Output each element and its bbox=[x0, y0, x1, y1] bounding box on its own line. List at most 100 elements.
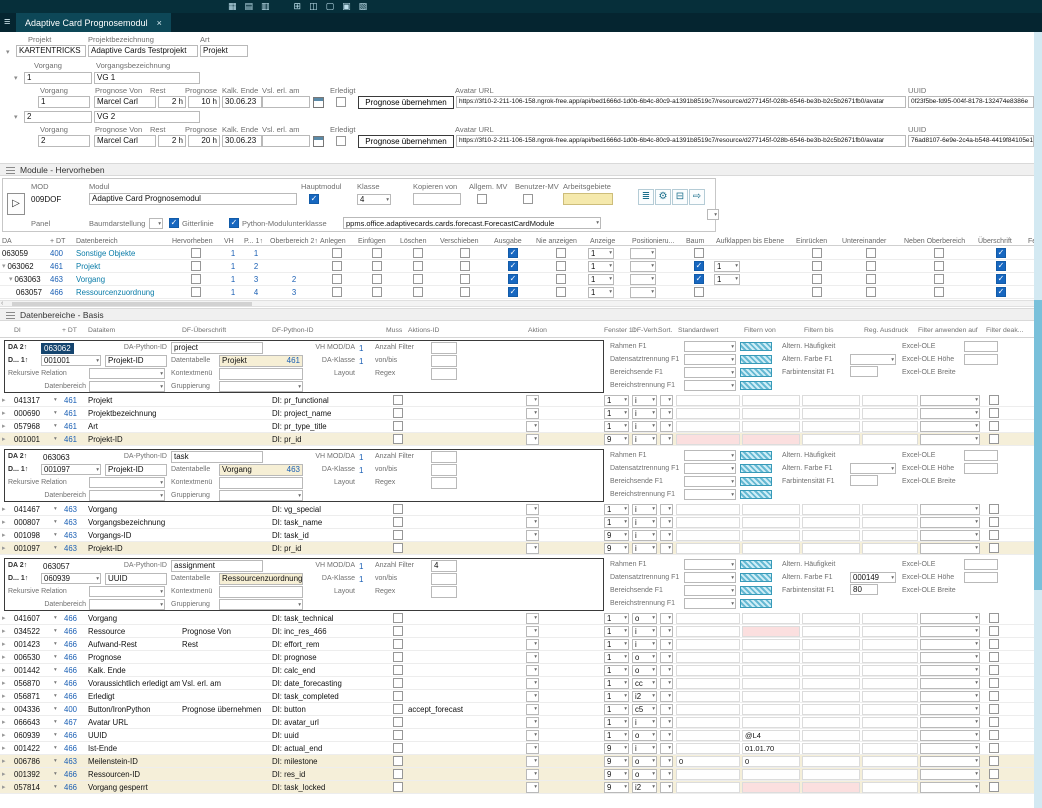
chevron-down-icon[interactable]: ▾ bbox=[14, 113, 18, 121]
df-verh-dropdown[interactable]: c5▾ bbox=[632, 704, 657, 715]
format-color-swatch[interactable] bbox=[740, 477, 772, 486]
aktions-id-value[interactable] bbox=[406, 755, 526, 768]
fenster-dropdown[interactable]: 1▾ bbox=[604, 665, 629, 676]
standardwert-cell[interactable] bbox=[676, 530, 740, 541]
df-verh-dropdown[interactable]: cc▾ bbox=[632, 678, 657, 689]
df-python-id-value[interactable]: DI: button bbox=[270, 703, 390, 716]
chevron-down-icon[interactable]: ▾ bbox=[52, 768, 62, 781]
dt-value[interactable]: 400 bbox=[62, 703, 86, 716]
ueberschrift-checkbox[interactable]: ✓ bbox=[996, 287, 1006, 297]
format-color-swatch[interactable] bbox=[740, 573, 772, 582]
sort-dropdown[interactable]: ▾ bbox=[660, 756, 673, 767]
tab-close-icon[interactable]: × bbox=[157, 18, 162, 28]
datenbereich-name[interactable]: Projekt bbox=[74, 260, 170, 273]
row-expander-icon[interactable]: ▸ bbox=[0, 638, 12, 651]
df-python-id-value[interactable]: DI: task_locked bbox=[270, 781, 390, 794]
chevron-down-icon[interactable]: ▾ bbox=[52, 781, 62, 794]
aktions-id-value[interactable] bbox=[406, 407, 526, 420]
aktion-dropdown[interactable]: ▾ bbox=[526, 395, 539, 406]
ausgabe-checkbox[interactable]: ✓ bbox=[508, 261, 518, 271]
row-expander-icon[interactable]: ▸ bbox=[0, 755, 12, 768]
chevron-down-icon[interactable]: ▾ bbox=[52, 503, 62, 516]
df-python-id-value[interactable]: DI: project_name bbox=[270, 407, 390, 420]
aufklappen-dropdown[interactable]: 1▾ bbox=[714, 261, 740, 272]
reg-ausdruck-cell[interactable] bbox=[862, 504, 918, 515]
di-value[interactable]: 034522 bbox=[12, 625, 52, 638]
df-verh-dropdown[interactable]: i▾ bbox=[632, 626, 657, 637]
fenster-dropdown[interactable]: 1▾ bbox=[604, 421, 629, 432]
filter-deaktiviert-checkbox[interactable] bbox=[989, 678, 999, 688]
di-value[interactable]: 060939 bbox=[12, 729, 52, 742]
filtern-bis-cell[interactable] bbox=[802, 517, 860, 528]
position-value[interactable]: 4 bbox=[242, 286, 268, 299]
hervorheben-checkbox[interactable] bbox=[191, 261, 201, 271]
kontextmenu-field[interactable] bbox=[219, 368, 303, 380]
sort-dropdown[interactable]: ▾ bbox=[660, 543, 673, 554]
da-python-id-value[interactable]: project bbox=[171, 342, 263, 354]
df-verh-dropdown[interactable]: i▾ bbox=[632, 517, 657, 528]
sort-dropdown[interactable]: ▾ bbox=[660, 530, 673, 541]
df-ueberschrift-value[interactable] bbox=[180, 420, 270, 433]
dt-value[interactable]: 461 bbox=[62, 420, 86, 433]
filter-deaktiviert-checkbox[interactable] bbox=[989, 395, 999, 405]
reg-ausdruck-cell[interactable] bbox=[862, 421, 918, 432]
vorgang-field[interactable]: 2 bbox=[38, 135, 90, 147]
row-expander-icon[interactable]: ▸ bbox=[0, 407, 12, 420]
chevron-down-icon[interactable]: ▾ bbox=[2, 262, 6, 270]
altern-farbe-f1-dropdown[interactable]: ▾ bbox=[850, 354, 896, 365]
sort-dropdown[interactable]: ▾ bbox=[660, 691, 673, 702]
filter-anwenden-dropdown[interactable]: ▾ bbox=[920, 517, 980, 528]
df-ueberschrift-value[interactable] bbox=[180, 755, 270, 768]
farbintensitaet-f1-field[interactable]: 80 bbox=[850, 584, 878, 595]
filtern-bis-cell[interactable] bbox=[802, 504, 860, 515]
datensatztrennung-f1-dropdown[interactable]: ▾ bbox=[684, 572, 736, 583]
aktions-id-value[interactable]: accept_forecast bbox=[406, 703, 526, 716]
standardwert-cell[interactable] bbox=[676, 678, 740, 689]
dt-value[interactable]: 461 bbox=[62, 407, 86, 420]
row-expander-icon[interactable]: ▸ bbox=[0, 742, 12, 755]
chevron-down-icon[interactable]: ▾ bbox=[52, 755, 62, 768]
scrollbar-thumb[interactable] bbox=[12, 302, 252, 306]
standardwert-cell[interactable] bbox=[676, 665, 740, 676]
row-expander-icon[interactable]: ▸ bbox=[0, 529, 12, 542]
vsl-erl-am-field[interactable] bbox=[262, 96, 310, 108]
filtern-bis-cell[interactable] bbox=[802, 543, 860, 554]
datenbereich-dropdown[interactable]: ▾ bbox=[89, 599, 165, 610]
aktions-id-value[interactable] bbox=[406, 729, 526, 742]
dataitem-name[interactable]: Button/IronPython bbox=[86, 703, 180, 716]
di-number-dropdown[interactable]: 001097▾ bbox=[41, 464, 101, 475]
row-expander-icon[interactable]: ▸ bbox=[0, 781, 12, 794]
row-expander-icon[interactable]: ▸ bbox=[0, 690, 12, 703]
ausgabe-checkbox[interactable]: ✓ bbox=[508, 274, 518, 284]
df-verh-dropdown[interactable]: o▾ bbox=[632, 613, 657, 624]
fenster-dropdown[interactable]: 1▾ bbox=[604, 613, 629, 624]
filter-anwenden-dropdown[interactable]: ▾ bbox=[920, 639, 980, 650]
df-verh-dropdown[interactable]: i▾ bbox=[632, 743, 657, 754]
anlegen-checkbox[interactable] bbox=[332, 287, 342, 297]
filtern-von-cell[interactable] bbox=[742, 678, 800, 689]
format-color-swatch[interactable] bbox=[740, 451, 772, 460]
muss-checkbox[interactable] bbox=[393, 626, 403, 636]
reg-ausdruck-cell[interactable] bbox=[862, 613, 918, 624]
standardwert-cell[interactable] bbox=[676, 543, 740, 554]
filtern-von-cell[interactable]: @L4 bbox=[742, 730, 800, 741]
baum-checkbox[interactable] bbox=[694, 248, 704, 258]
muss-checkbox[interactable] bbox=[393, 730, 403, 740]
df-python-id-value[interactable]: DI: effort_rem bbox=[270, 638, 390, 651]
untereinander-checkbox[interactable] bbox=[866, 274, 876, 284]
filter-deaktiviert-checkbox[interactable] bbox=[989, 639, 999, 649]
module-section-header[interactable]: Module - Hervorheben bbox=[0, 163, 1042, 176]
fenster-dropdown[interactable]: 1▾ bbox=[604, 395, 629, 406]
hervorheben-checkbox[interactable] bbox=[191, 287, 201, 297]
dataitem-name[interactable]: Kalk. Ende bbox=[86, 664, 180, 677]
dt-value[interactable]: 463 bbox=[62, 516, 86, 529]
filtern-bis-cell[interactable] bbox=[802, 652, 860, 663]
df-ueberschrift-value[interactable] bbox=[180, 542, 270, 555]
dt-value[interactable]: 466 bbox=[48, 286, 74, 299]
filter-anwenden-dropdown[interactable]: ▾ bbox=[920, 434, 980, 445]
arbeitsgebiete-field[interactable] bbox=[563, 193, 613, 205]
anzahl-filter-field[interactable] bbox=[431, 342, 457, 354]
gruppierung-dropdown[interactable]: ▾ bbox=[219, 381, 303, 392]
dt-value[interactable]: 466 bbox=[62, 781, 86, 794]
kalk-ende-field[interactable]: 30.06.23 bbox=[222, 96, 262, 108]
